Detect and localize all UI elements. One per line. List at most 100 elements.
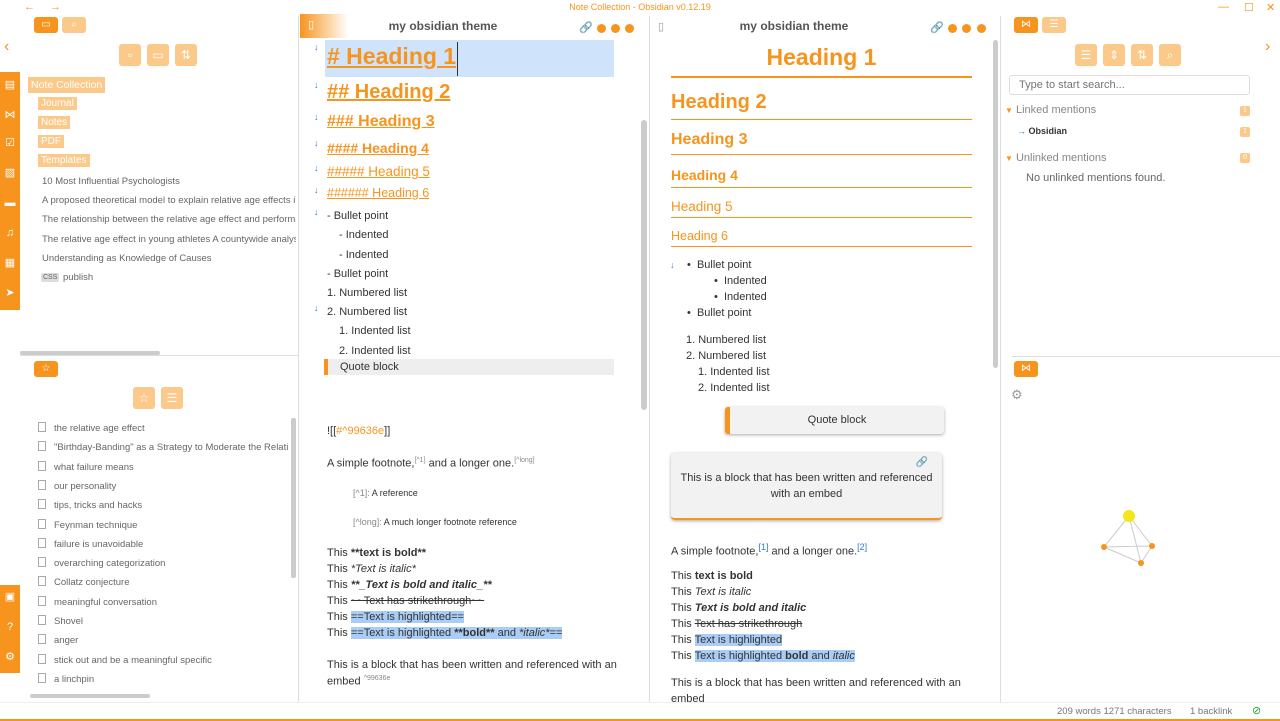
microphone-icon[interactable]: ♫ (3, 226, 17, 240)
file-item[interactable]: A proposed theoretical model to explain … (42, 195, 296, 206)
new-folder-button[interactable]: ▭ (147, 44, 169, 66)
graph-node[interactable] (1149, 543, 1155, 549)
file-item[interactable]: 10 Most Influential Psychologists (42, 176, 296, 187)
editor-line[interactable]: This *Text is italic* (327, 563, 416, 575)
editor-quote[interactable]: Quote block (324, 359, 614, 375)
editor-line[interactable]: - Bullet point (327, 268, 388, 280)
local-graph[interactable] (1090, 505, 1170, 575)
pane-menu-dot[interactable] (962, 24, 971, 33)
editor-line[interactable]: This ~~Text has strikethrough~~ (327, 595, 484, 607)
backlink-count[interactable]: 1 backlink (1190, 706, 1232, 717)
editor-h5[interactable]: ##### Heading 5 (327, 164, 430, 179)
vault-icon[interactable]: ▣ (3, 590, 17, 604)
editor-h1[interactable]: # Heading 1 (327, 43, 456, 70)
footnote-link[interactable]: [2] (857, 542, 867, 552)
show-context-button[interactable]: ⇕ (1103, 44, 1125, 66)
collapse-left-icon[interactable]: ‹ (4, 38, 9, 56)
editor-footnote-def[interactable]: [^1]: A reference (353, 488, 418, 498)
editor-line[interactable]: This **_Text is bold and italic_** (327, 579, 492, 591)
file-item[interactable]: The relationship between the relative ag… (42, 214, 296, 225)
daily-note-icon[interactable]: ☑ (3, 136, 17, 150)
preview-scrollbar[interactable] (993, 40, 998, 368)
preview-embed[interactable]: 🔗 This is a block that has been written … (671, 453, 942, 520)
backlink-search-input[interactable] (1009, 75, 1250, 95)
pane-menu-dot[interactable] (597, 24, 606, 33)
calendar-icon[interactable]: ▤ (3, 78, 17, 92)
sort-button[interactable]: ⇅ (175, 44, 197, 66)
editor-line[interactable]: This ==Text is highlighted== (327, 611, 464, 623)
pane-menu-dot[interactable] (977, 24, 986, 33)
editor-line[interactable]: 1. Indented list (339, 325, 411, 337)
fold-arrow-icon[interactable]: ↓ (314, 80, 319, 90)
editor-line[interactable]: 1. Numbered list (327, 287, 407, 299)
vertical-scrollbar[interactable] (291, 418, 296, 578)
editor-line[interactable]: This **text is bold** (327, 547, 426, 559)
starred-item[interactable]: Feynman technique (38, 519, 288, 531)
link-icon[interactable]: 🔗 (579, 21, 593, 34)
footnote-link[interactable]: [1] (758, 542, 768, 552)
editor-line[interactable]: - Indented (339, 249, 389, 261)
file-explorer-tab[interactable]: ▭ (34, 17, 58, 33)
collapse-results-button[interactable]: ☰ (1075, 44, 1097, 66)
graph-icon[interactable]: ⋈ (3, 108, 17, 122)
starred-item[interactable]: stick out and be a meaningful specific (38, 654, 288, 666)
starred-item[interactable]: failure is unavoidable (38, 538, 288, 550)
new-note-button[interactable]: ▫ (119, 44, 141, 66)
fold-arrow-icon[interactable]: ↓ (314, 163, 319, 173)
graph-node[interactable] (1138, 560, 1144, 566)
editor-footnote-line[interactable]: A simple footnote,[^1] and a longer one.… (327, 457, 535, 470)
pane-menu-dot[interactable] (625, 24, 634, 33)
horizontal-scrollbar[interactable] (30, 694, 150, 698)
unlinked-mentions-header[interactable]: ▼ Unlinked mentions (1005, 152, 1106, 164)
settings-icon[interactable]: ⚙ (3, 650, 17, 664)
file-item-publish[interactable]: publish (63, 272, 93, 283)
editor-line[interactable]: 2. Numbered list (327, 306, 407, 318)
fold-arrow-icon[interactable]: ↓ (314, 207, 319, 217)
pane-menu-dot[interactable] (611, 24, 620, 33)
help-icon[interactable]: ? (3, 620, 17, 634)
linked-mentions-header[interactable]: ▼ Linked mentions (1005, 104, 1096, 116)
collapse-right-icon[interactable]: › (1265, 38, 1270, 56)
editor-line[interactable]: - Indented (339, 229, 389, 241)
starred-tab[interactable]: ☆ (34, 361, 58, 377)
starred-item[interactable]: "Birthday-Banding" as a Strategy to Mode… (38, 441, 288, 453)
graph-node[interactable] (1101, 544, 1107, 550)
starred-item[interactable]: our personality (38, 480, 288, 492)
starred-item[interactable]: meaningful conversation (38, 596, 288, 608)
fold-arrow-icon[interactable]: ↓ (314, 138, 319, 148)
maximize-button[interactable]: ☐ (1244, 1, 1254, 14)
file-item[interactable]: Understanding as Knowledge of Causes (42, 253, 296, 264)
fold-arrow-icon[interactable]: ↓ (314, 303, 319, 313)
search-button[interactable]: ⌕ (1159, 44, 1181, 66)
starred-item[interactable]: anger (38, 634, 288, 646)
local-graph-tab[interactable]: ⋈ (1014, 361, 1038, 377)
starred-item[interactable]: Collatz conjecture (38, 576, 288, 588)
linked-mention-item[interactable]: → Obsidian (1017, 126, 1067, 136)
sort-button[interactable]: ⇅ (1131, 44, 1153, 66)
table-icon[interactable]: ▦ (3, 256, 17, 270)
starred-item[interactable]: a linchpin (38, 673, 288, 685)
editor-line[interactable]: 2. Indented list (339, 345, 411, 357)
pane-menu-dot[interactable] (948, 24, 957, 33)
editor-h4[interactable]: #### Heading 4 (327, 140, 429, 156)
search-tab[interactable]: ⌕ (62, 17, 86, 33)
graph-node-current[interactable] (1123, 510, 1135, 522)
folder-templates[interactable]: Templates (38, 154, 90, 167)
slides-icon[interactable]: ▬ (3, 196, 17, 210)
editor-footnote-def[interactable]: [^long]: A much longer footnote referenc… (353, 517, 517, 527)
link-icon[interactable]: 🔗 (916, 457, 928, 468)
star-current-button[interactable]: ☆ (133, 387, 155, 409)
outline-tab[interactable]: ☰ (1042, 17, 1066, 33)
publish-icon[interactable]: ➤ (3, 286, 17, 300)
minimize-button[interactable]: — (1218, 1, 1229, 13)
editor-line[interactable]: This is a block that has been written an… (327, 659, 617, 671)
fold-arrow-icon[interactable]: ↓ (670, 260, 675, 270)
gear-icon[interactable]: ⚙ (1011, 387, 1023, 403)
starred-item[interactable]: what failure means (38, 461, 288, 473)
starred-item[interactable]: Shovel (38, 615, 288, 627)
editor-scrollbar[interactable] (641, 120, 647, 410)
fold-arrow-icon[interactable]: ↓ (314, 112, 319, 122)
starred-item[interactable]: overarching categorization (38, 557, 288, 569)
fold-arrow-icon[interactable]: ↓ (314, 185, 319, 195)
folder-notes[interactable]: Notes (38, 116, 71, 129)
